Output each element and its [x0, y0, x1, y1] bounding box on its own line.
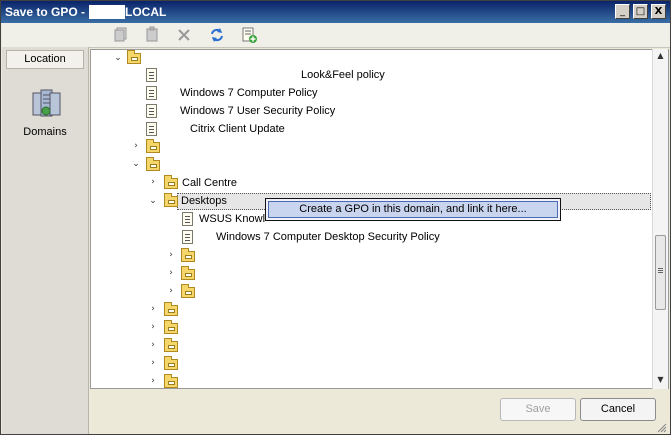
tree-item-policy[interactable]: Citrix Client Update [190, 120, 285, 138]
folder-icon [164, 175, 178, 189]
chevron-right-icon[interactable]: › [166, 268, 176, 278]
folder-icon [127, 50, 141, 64]
chevron-down-icon[interactable]: ⌄ [113, 53, 123, 63]
minimize-button[interactable]: _ [615, 4, 630, 19]
domains-icon[interactable] [29, 87, 63, 121]
location-sidebar: Location Domains [2, 47, 89, 434]
tree-scrollbar[interactable]: ▲ ▼ [652, 49, 668, 389]
delete-icon[interactable] [175, 26, 193, 44]
chevron-right-icon[interactable]: › [148, 340, 158, 350]
folder-icon [181, 248, 195, 262]
chevron-down-icon[interactable]: ⌄ [148, 196, 158, 206]
context-menu: Create a GPO in this domain, and link it… [265, 198, 561, 221]
chevron-right-icon[interactable]: › [148, 376, 158, 386]
resize-grip-icon[interactable] [655, 421, 667, 433]
chevron-right-icon[interactable]: › [148, 177, 158, 187]
redacted-domain [89, 5, 125, 19]
gpo-document-icon [182, 230, 193, 244]
cancel-button[interactable]: Cancel [580, 398, 656, 421]
folder-icon [164, 374, 178, 388]
folder-icon [146, 157, 160, 171]
folder-icon [146, 139, 160, 153]
save-to-gpo-dialog: Save to GPO - LOCAL _ □ X Location Domai… [0, 0, 671, 435]
new-gpo-icon[interactable] [240, 26, 258, 44]
gpo-document-icon [182, 212, 193, 226]
gpo-document-icon [146, 68, 157, 82]
chevron-right-icon[interactable]: › [166, 250, 176, 260]
window-title: Save to GPO - [5, 5, 89, 19]
folder-icon [164, 356, 178, 370]
folder-icon [181, 284, 195, 298]
gpo-document-icon [146, 104, 157, 118]
toolbar [2, 23, 670, 48]
create-and-link-gpo-menu-item[interactable]: Create a GPO in this domain, and link it… [268, 201, 558, 218]
location-header: Location [6, 50, 84, 69]
close-button[interactable]: X [651, 4, 666, 19]
tree-item-policy[interactable]: Windows 7 User Security Policy [180, 102, 335, 120]
domains-label[interactable]: Domains [2, 126, 88, 138]
gpo-document-icon [146, 86, 157, 100]
folder-icon [164, 193, 178, 207]
tree-item-ou[interactable]: Desktops [181, 192, 227, 210]
tree-item-policy[interactable]: Windows 7 Computer Policy [180, 84, 318, 102]
scrollbar-thumb[interactable] [655, 235, 666, 310]
title-bar[interactable]: Save to GPO - LOCAL _ □ X [1, 1, 670, 23]
tree-item-ou[interactable]: Call Centre [182, 174, 237, 192]
folder-icon [164, 302, 178, 316]
folder-icon [164, 320, 178, 334]
scroll-up-icon[interactable]: ▲ [653, 49, 668, 63]
gpo-document-icon [146, 122, 157, 136]
chevron-right-icon[interactable]: › [166, 286, 176, 296]
save-button[interactable]: Save [500, 398, 576, 421]
maximize-button[interactable]: □ [633, 4, 648, 19]
folder-icon [164, 338, 178, 352]
paste-gpo-icon[interactable] [144, 26, 162, 44]
tree-item-policy[interactable]: WSUS Knowl [199, 210, 265, 228]
chevron-down-icon[interactable]: ⌄ [131, 159, 141, 169]
tree-item-policy[interactable]: Windows 7 Computer Desktop Security Poli… [216, 228, 440, 246]
copy-gpo-icon[interactable] [112, 26, 130, 44]
refresh-icon[interactable] [208, 26, 226, 44]
window-title-suffix: LOCAL [125, 5, 167, 19]
chevron-right-icon[interactable]: › [148, 322, 158, 332]
folder-icon [181, 266, 195, 280]
chevron-right-icon[interactable]: › [148, 358, 158, 368]
scroll-down-icon[interactable]: ▼ [653, 373, 668, 387]
chevron-right-icon[interactable]: › [148, 304, 158, 314]
tree-item-policy[interactable]: Look&Feel policy [301, 66, 385, 84]
chevron-right-icon[interactable]: › [131, 141, 141, 151]
